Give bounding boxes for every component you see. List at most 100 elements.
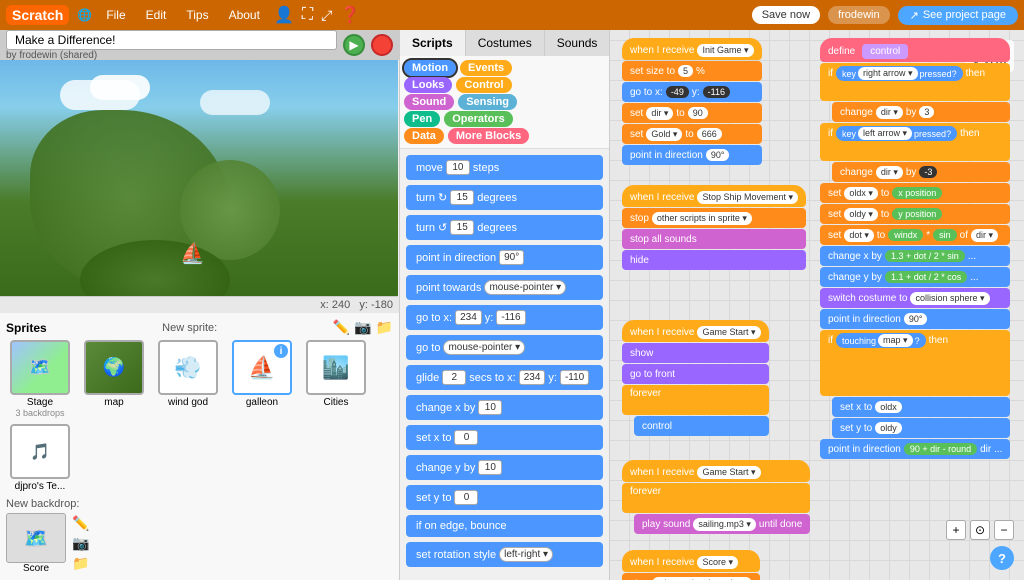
sb-show[interactable]: show [622,343,769,363]
scripts-panel[interactable]: x: 235 y: -116 when I receive Init Game … [610,30,1024,580]
sb-point-dir-90[interactable]: point in direction 90° [820,309,1010,329]
sprite-item-cities[interactable]: 🏙️ Cities [302,340,370,418]
sb-if-touching[interactable]: if touching map ▾ ? then [820,330,1010,396]
sb-when-receive-stop[interactable]: when I receive Stop Ship Movement ▾ [622,185,806,207]
camera-sprite-icon[interactable]: 📷 [354,319,371,336]
sprite-item-map[interactable]: 🌍 map [80,340,148,418]
upload-backdrop-icon[interactable]: 📁 [72,555,89,572]
sprite-item-djpro[interactable]: 🎵 djpro's Te... [6,424,74,492]
sb-forever-1[interactable]: forever [622,385,769,415]
username-button[interactable]: frodewin [828,6,890,24]
sb-set-size[interactable]: set size to 5 % [622,61,762,81]
save-now-button[interactable]: Save now [752,6,820,24]
block-set-y[interactable]: set y to 0 [406,485,603,510]
sb-point-final[interactable]: point in direction 90 + dir - round dir … [820,439,1010,459]
menu-tips[interactable]: Tips [180,6,214,24]
paint-sprite-icon[interactable]: ✏️ [333,319,350,336]
cat-data[interactable]: Data [404,128,444,144]
sb-when-receive-gamestart2[interactable]: when I receive Game Start ▾ [622,460,810,482]
sprite-item-stage[interactable]: 🗺️ Stage 3 backdrops [6,340,74,418]
sb-change-y-formula[interactable]: change y by 1.1 + dot / 2 * cos ... [820,267,1010,287]
block-set-x[interactable]: set x to 0 [406,425,603,450]
sb-set-oldx[interactable]: set oldx ▾ to x position [820,183,1010,203]
block-point-towards[interactable]: point towards mouse-pointer ▾ [406,275,603,300]
block-goto-pointer[interactable]: go to mouse-pointer ▾ [406,335,603,360]
camera-backdrop-icon[interactable]: 📷 [72,535,89,552]
sb-change-dir-left[interactable]: change dir ▾ by -3 [832,162,1010,182]
zoom-out-button[interactable]: − [994,520,1014,540]
sb-when-receive-gamestart[interactable]: when I receive Game Start ▾ [622,320,769,342]
cat-more[interactable]: More Blocks [448,128,529,144]
sb-when-receive-score[interactable]: when I receive Score ▾ [622,550,760,572]
tab-scripts[interactable]: Scripts [400,30,466,56]
menu-edit[interactable]: Edit [140,6,173,24]
menu-about[interactable]: About [223,6,266,24]
sb-set-dir[interactable]: set dir ▾ to 90 [622,103,762,123]
cat-looks[interactable]: Looks [404,77,452,93]
sprite-item-windgod[interactable]: 💨 wind god [154,340,222,418]
sb-stop-score[interactable]: stop other scripts in sprite ▾ [622,573,760,580]
block-change-x[interactable]: change x by 10 [406,395,603,420]
cat-operators[interactable]: Operators [444,111,513,127]
sb-forever-2[interactable]: forever [622,483,810,513]
green-flag-button[interactable]: ▶ [343,34,365,56]
stage-sprite-item[interactable]: 🗺️ Score [6,513,66,574]
sb-set-gold[interactable]: set Gold ▾ to 666 [622,124,762,144]
script-group-score: when I receive Score ▾ stop other script… [622,550,760,580]
sb-goto-front[interactable]: go to front [622,364,769,384]
sprite-name-djpro: djpro's Te... [15,481,66,492]
expand-icon[interactable]: ⤢ [321,7,332,24]
block-change-y[interactable]: change y by 10 [406,455,603,480]
sb-play-sound[interactable]: play sound sailing.mp3 ▾ until done [634,514,810,534]
sb-if-left[interactable]: if key left arrow ▾ pressed? then [820,123,1010,161]
paint-backdrop-icon[interactable]: ✏️ [72,515,89,532]
sb-stop-other[interactable]: stop other scripts in sprite ▾ [622,208,806,228]
sb-stop-sounds[interactable]: stop all sounds [622,229,806,249]
help-circle-icon[interactable]: ❓ [340,5,360,25]
sb-goto-init[interactable]: go to x: -49 y: -116 [622,82,762,102]
block-if-on-edge[interactable]: if on edge, bounce [406,515,603,537]
tab-costumes[interactable]: Costumes [466,30,545,56]
cat-pen[interactable]: Pen [404,111,440,127]
cat-motion[interactable]: Motion [404,60,456,76]
globe-icon[interactable]: 🌐 [77,8,92,22]
fullscreen-icon[interactable]: ⛶ [302,6,313,24]
sb-when-receive-init[interactable]: when I receive Init Game ▾ [622,38,762,60]
cat-sound[interactable]: Sound [404,94,454,110]
see-project-button[interactable]: ↗ See project page [898,6,1018,25]
block-point-direction[interactable]: point in direction 90° [406,245,603,270]
zoom-in-button[interactable]: + [946,520,966,540]
sprite-item-galleon[interactable]: ⛵ i galleon [228,340,296,418]
scratch-logo[interactable]: Scratch [6,5,69,25]
cat-events[interactable]: Events [460,60,512,76]
stage-coords-bar: x: 240 y: -180 [0,297,399,313]
block-turn-cw[interactable]: turn ↻ 15 degrees [406,185,603,210]
upload-sprite-icon[interactable]: 📁 [376,319,393,336]
project-title[interactable]: Make a Difference! [6,30,337,50]
sb-define-control[interactable]: define control [820,38,1010,62]
block-move[interactable]: move 10 steps [406,155,603,180]
stop-button[interactable] [371,34,393,56]
sb-set-oldy[interactable]: set oldy ▾ to y position [820,204,1010,224]
sb-hide[interactable]: hide [622,250,806,270]
sb-set-dot[interactable]: set dot ▾ to windx * sin of dir ▾ [820,225,1010,245]
tab-sounds[interactable]: Sounds [545,30,611,56]
sb-control[interactable]: control [634,416,769,436]
sb-set-x-oldx[interactable]: set x to oldx [832,397,1010,417]
cat-sensing[interactable]: Sensing [458,94,517,110]
menu-file[interactable]: File [100,6,131,24]
script-group-sound: when I receive Game Start ▾ forever play… [622,460,810,534]
block-glide[interactable]: glide 2 secs to x: 234 y: -110 [406,365,603,390]
block-rotation-style[interactable]: set rotation style left-right ▾ [406,542,603,567]
cat-control[interactable]: Control [456,77,511,93]
sb-change-x-formula[interactable]: change x by 1.3 + dot / 2 * sin ... [820,246,1010,266]
block-turn-ccw[interactable]: turn ↺ 15 degrees [406,215,603,240]
sb-point-direction-init[interactable]: point in direction 90° [622,145,762,165]
block-goto-xy[interactable]: go to x: 234 y: -116 [406,305,603,330]
sb-if-right[interactable]: if key right arrow ▾ pressed? then [820,63,1010,101]
sb-switch-costume[interactable]: switch costume to collision sphere ▾ [820,288,1010,308]
zoom-reset-button[interactable]: ⊙ [970,520,990,540]
sb-set-y-oldy[interactable]: set y to oldy [832,418,1010,438]
sb-change-dir-right[interactable]: change dir ▾ by 3 [832,102,1010,122]
help-button[interactable]: ? [990,546,1014,570]
